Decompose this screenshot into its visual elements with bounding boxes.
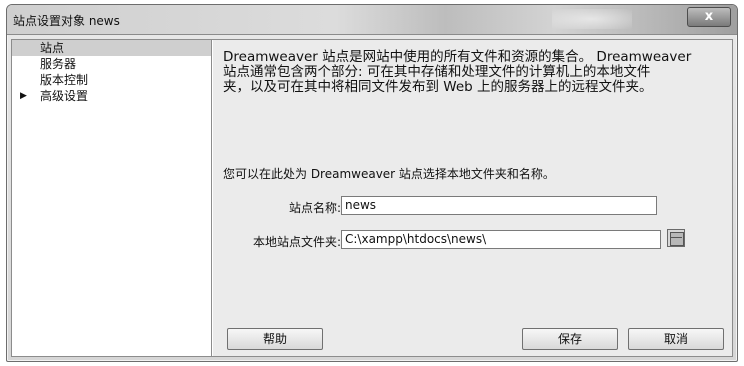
site-description: Dreamweaver 站点是网站中使用的所有文件和资源的集合。 Dreamwe… — [223, 50, 723, 95]
sidebar-item-advanced-settings[interactable]: ▶ 高级设置 — [12, 88, 211, 104]
site-name-input[interactable]: news — [341, 196, 657, 215]
description-line: 站点通常包含两个部分: 可在其中存储和处理文件的计算机上的本地文件 — [223, 64, 651, 80]
dialog-body: 站点 服务器 版本控制 ▶ 高级设置 Dreamweaver 站点是网站中使用的… — [11, 39, 733, 357]
sidebar-item-label: 服务器 — [40, 57, 77, 71]
sidebar-item-servers[interactable]: 服务器 — [12, 56, 211, 72]
cancel-button[interactable]: 取消 — [628, 328, 724, 350]
description-line: 夹，以及可在其中将相同文件发布到 Web 上的服务器上的远程文件夹。 — [223, 79, 653, 95]
site-setup-dialog: 站点设置对象 news x 站点 服务器 版本控制 ▶ 高级设置 Dreamwe… — [6, 4, 738, 362]
title-bar: 站点设置对象 news x — [7, 5, 737, 35]
title-bar-highlight — [552, 9, 632, 29]
site-name-label: 站点名称: — [288, 201, 341, 215]
close-button[interactable]: x — [687, 7, 731, 27]
sidebar-item-label: 站点 — [40, 41, 65, 55]
description-line: Dreamweaver 站点是网站中使用的所有文件和资源的集合。 Dreamwe… — [223, 49, 692, 65]
sidebar-item-label: 高级设置 — [40, 89, 89, 103]
save-button[interactable]: 保存 — [522, 328, 618, 350]
local-folder-input[interactable]: C:\xampp\htdocs\news\ — [341, 230, 661, 249]
help-button[interactable]: 帮助 — [227, 328, 323, 350]
site-instruction: 您可以在此处为 Dreamweaver 站点选择本地文件夹和名称。 — [223, 167, 555, 181]
site-settings-panel: Dreamweaver 站点是网站中使用的所有文件和资源的集合。 Dreamwe… — [213, 40, 732, 356]
sidebar-item-label: 版本控制 — [40, 73, 89, 87]
browse-folder-icon[interactable] — [667, 229, 685, 247]
expand-arrow-icon[interactable]: ▶ — [20, 88, 27, 104]
window-title: 站点设置对象 news — [13, 14, 120, 28]
local-folder-label: 本地站点文件夹: — [252, 235, 341, 249]
sidebar-item-version-control[interactable]: 版本控制 — [12, 72, 211, 88]
sidebar-item-site[interactable]: 站点 — [12, 40, 211, 56]
category-list: 站点 服务器 版本控制 ▶ 高级设置 — [12, 40, 212, 356]
